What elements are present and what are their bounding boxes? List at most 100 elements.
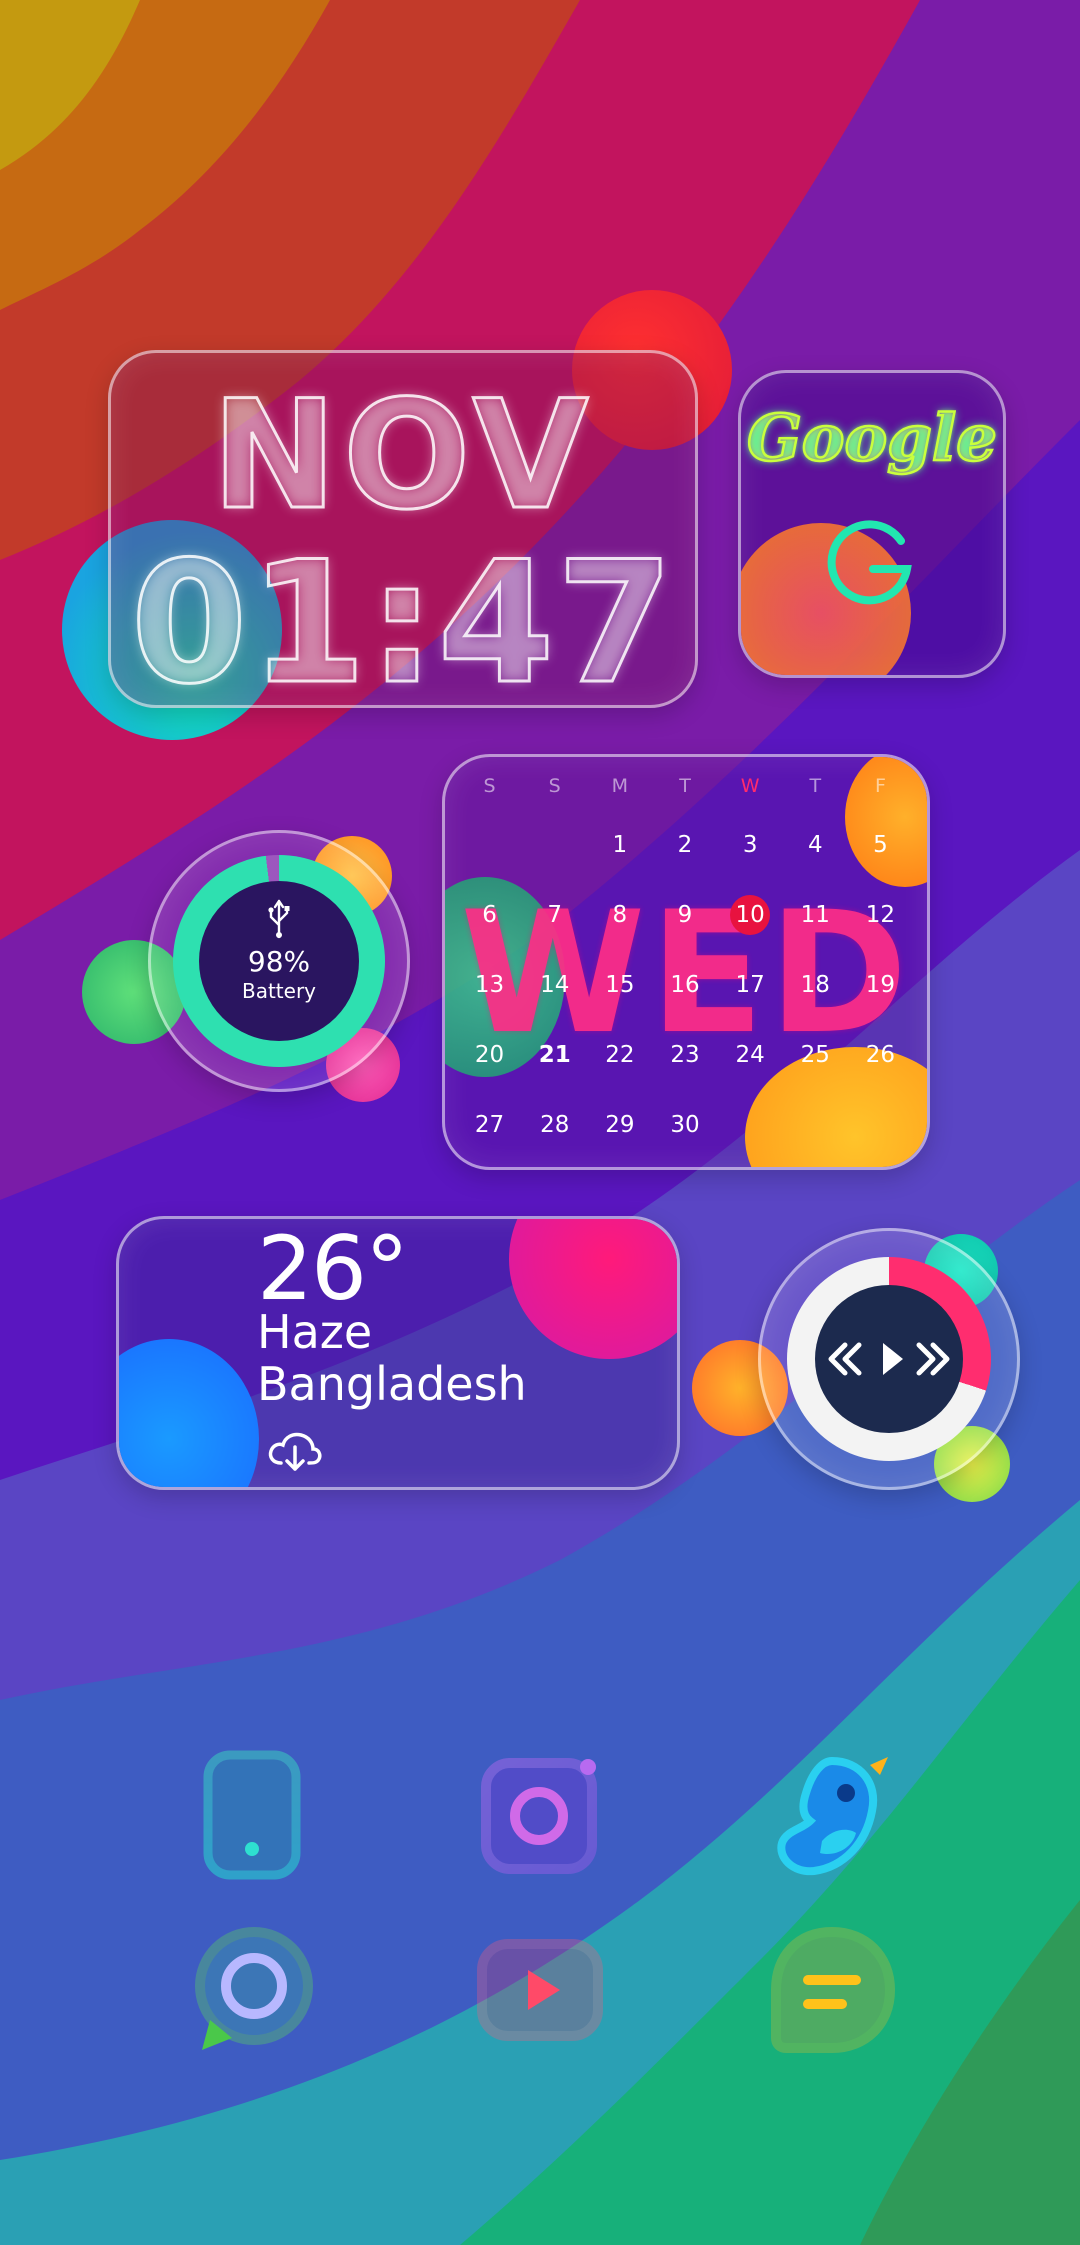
calendar-day[interactable]: 12 [848, 895, 913, 965]
calendar-day-number: 21 [538, 1042, 571, 1068]
calendar-day[interactable]: 13 [457, 965, 522, 1035]
calendar-day-number: 26 [865, 1042, 896, 1068]
calendar-day-empty [718, 1105, 783, 1167]
cloud-download-icon [268, 1432, 322, 1471]
calendar-day[interactable]: 16 [652, 965, 717, 1035]
calendar-day[interactable]: 29 [587, 1105, 652, 1167]
calendar-day-number: 24 [735, 1042, 765, 1068]
calendar-weekday-header: S [548, 775, 561, 797]
weather-decor-pink [509, 1219, 677, 1359]
calendar-weekday-header: M [611, 775, 629, 797]
calendar-day-number: 30 [670, 1112, 700, 1138]
calendar-day[interactable]: 8 [587, 895, 652, 965]
calendar-day-empty [522, 825, 587, 895]
google-wordmark: Google [746, 400, 998, 478]
calendar-day-number: 13 [474, 972, 505, 998]
calendar-day-number: 3 [742, 832, 758, 858]
calendar-day[interactable]: 18 [783, 965, 848, 1035]
google-g-icon [827, 520, 912, 605]
calendar-day-number: 28 [540, 1112, 570, 1138]
calendar-day[interactable]: 5 [848, 825, 913, 895]
calendar-day[interactable]: 28 [522, 1105, 587, 1167]
music-controls [815, 1285, 963, 1433]
calendar-day[interactable]: 11 [783, 895, 848, 965]
calendar-weekday-header: T [809, 775, 822, 797]
usb-icon [268, 899, 290, 939]
calendar-day-number: 16 [670, 972, 700, 998]
chat-app-icon[interactable] [762, 1920, 902, 2060]
messenger-app-icon[interactable] [182, 1920, 322, 2060]
calendar-day[interactable]: 27 [457, 1105, 522, 1167]
clock-time: 01:47 [129, 524, 676, 708]
calendar-day[interactable]: 21 [522, 1035, 587, 1105]
clock-month: NOV [210, 368, 595, 545]
battery-percent: 98% [247, 945, 311, 978]
calendar-day-number: 19 [865, 972, 896, 998]
calendar-day-number: 7 [547, 902, 563, 928]
calendar-day-number: 8 [612, 902, 628, 928]
calendar-weekday-header: S [483, 775, 496, 797]
twitter-bird-app-icon[interactable] [762, 1745, 902, 1885]
play-icon[interactable] [871, 1333, 911, 1385]
calendar-day[interactable]: 9 [652, 895, 717, 965]
calendar-day-number: 11 [800, 902, 830, 928]
fast-forward-icon[interactable] [915, 1333, 955, 1385]
calendar-weekday-header: F [874, 775, 886, 797]
weather-widget[interactable]: 26° Haze Bangladesh [116, 1216, 680, 1490]
calendar-weekday-header: W [740, 775, 760, 797]
calendar-day-number: 2 [677, 832, 693, 858]
calendar-day-empty [457, 825, 522, 895]
calendar-day[interactable]: 25 [783, 1035, 848, 1105]
calendar-day[interactable]: 10 [718, 895, 783, 965]
calendar-day[interactable]: 26 [848, 1035, 913, 1105]
calendar-day[interactable]: 2 [652, 825, 717, 895]
calendar-day-number: 4 [807, 832, 823, 858]
calendar-day[interactable]: 7 [522, 895, 587, 965]
calendar-day[interactable]: 4 [783, 825, 848, 895]
google-search-widget[interactable]: Google [738, 370, 1006, 678]
calendar-day[interactable]: 30 [652, 1105, 717, 1167]
calendar-day-number: 6 [482, 902, 497, 928]
calendar-weekday-headers: SSMTWTF [457, 775, 913, 797]
calendar-day-number: 10 [730, 895, 771, 935]
rewind-icon[interactable] [823, 1333, 863, 1385]
calendar-day-number: 22 [605, 1042, 635, 1068]
calendar-day-number: 14 [540, 972, 570, 998]
calendar-day[interactable]: 22 [587, 1035, 652, 1105]
calendar-day-number: 27 [474, 1112, 505, 1138]
calendar-day[interactable]: 1 [587, 825, 652, 895]
calendar-day-number: 29 [605, 1112, 635, 1138]
calendar-day[interactable]: 17 [718, 965, 783, 1035]
phone-app-icon[interactable] [182, 1745, 322, 1885]
calendar-day[interactable]: 15 [587, 965, 652, 1035]
calendar-day[interactable]: 23 [652, 1035, 717, 1105]
calendar-day-number: 23 [670, 1042, 700, 1068]
calendar-day-empty [783, 1105, 848, 1167]
weather-location: Bangladesh [257, 1357, 527, 1411]
calendar-day[interactable]: 20 [457, 1035, 522, 1105]
calendar-day[interactable]: 24 [718, 1035, 783, 1105]
calendar-day-number: 1 [612, 832, 628, 858]
calendar-day-number: 18 [800, 972, 830, 998]
weather-condition: Haze [257, 1305, 373, 1359]
calendar-day-number: 5 [873, 832, 888, 858]
calendar-day-number: 25 [800, 1042, 830, 1068]
battery-label: Battery [241, 979, 317, 1003]
music-widget[interactable] [758, 1228, 1020, 1490]
calendar-days-grid: 1 2 3 4 5 6 7 8 9 10 11 12 13 14 15 16 17 18 19 20 21 22 23 24 2… [457, 825, 913, 1167]
calendar-day[interactable]: 14 [522, 965, 587, 1035]
calendar-day-number: 12 [865, 902, 896, 928]
instagram-app-icon[interactable] [470, 1745, 610, 1885]
calendar-widget[interactable]: WED SSMTWTF 1 2 3 4 5 6 7 8 9 10 11 12 13 14 15 16 17 18 1… [442, 754, 930, 1170]
battery-widget[interactable]: 98% Battery [148, 830, 410, 1092]
calendar-day-number: 9 [677, 902, 693, 928]
clock-widget[interactable]: NOV 01:47 [108, 350, 698, 708]
calendar-day[interactable]: 6 [457, 895, 522, 965]
youtube-app-icon[interactable] [470, 1920, 610, 2060]
weather-decor-blue [119, 1339, 259, 1487]
calendar-day[interactable]: 19 [848, 965, 913, 1035]
calendar-weekday-header: T [679, 775, 691, 797]
calendar-day[interactable]: 3 [718, 825, 783, 895]
calendar-day-number: 17 [735, 972, 765, 998]
battery-core: 98% Battery [199, 881, 359, 1041]
